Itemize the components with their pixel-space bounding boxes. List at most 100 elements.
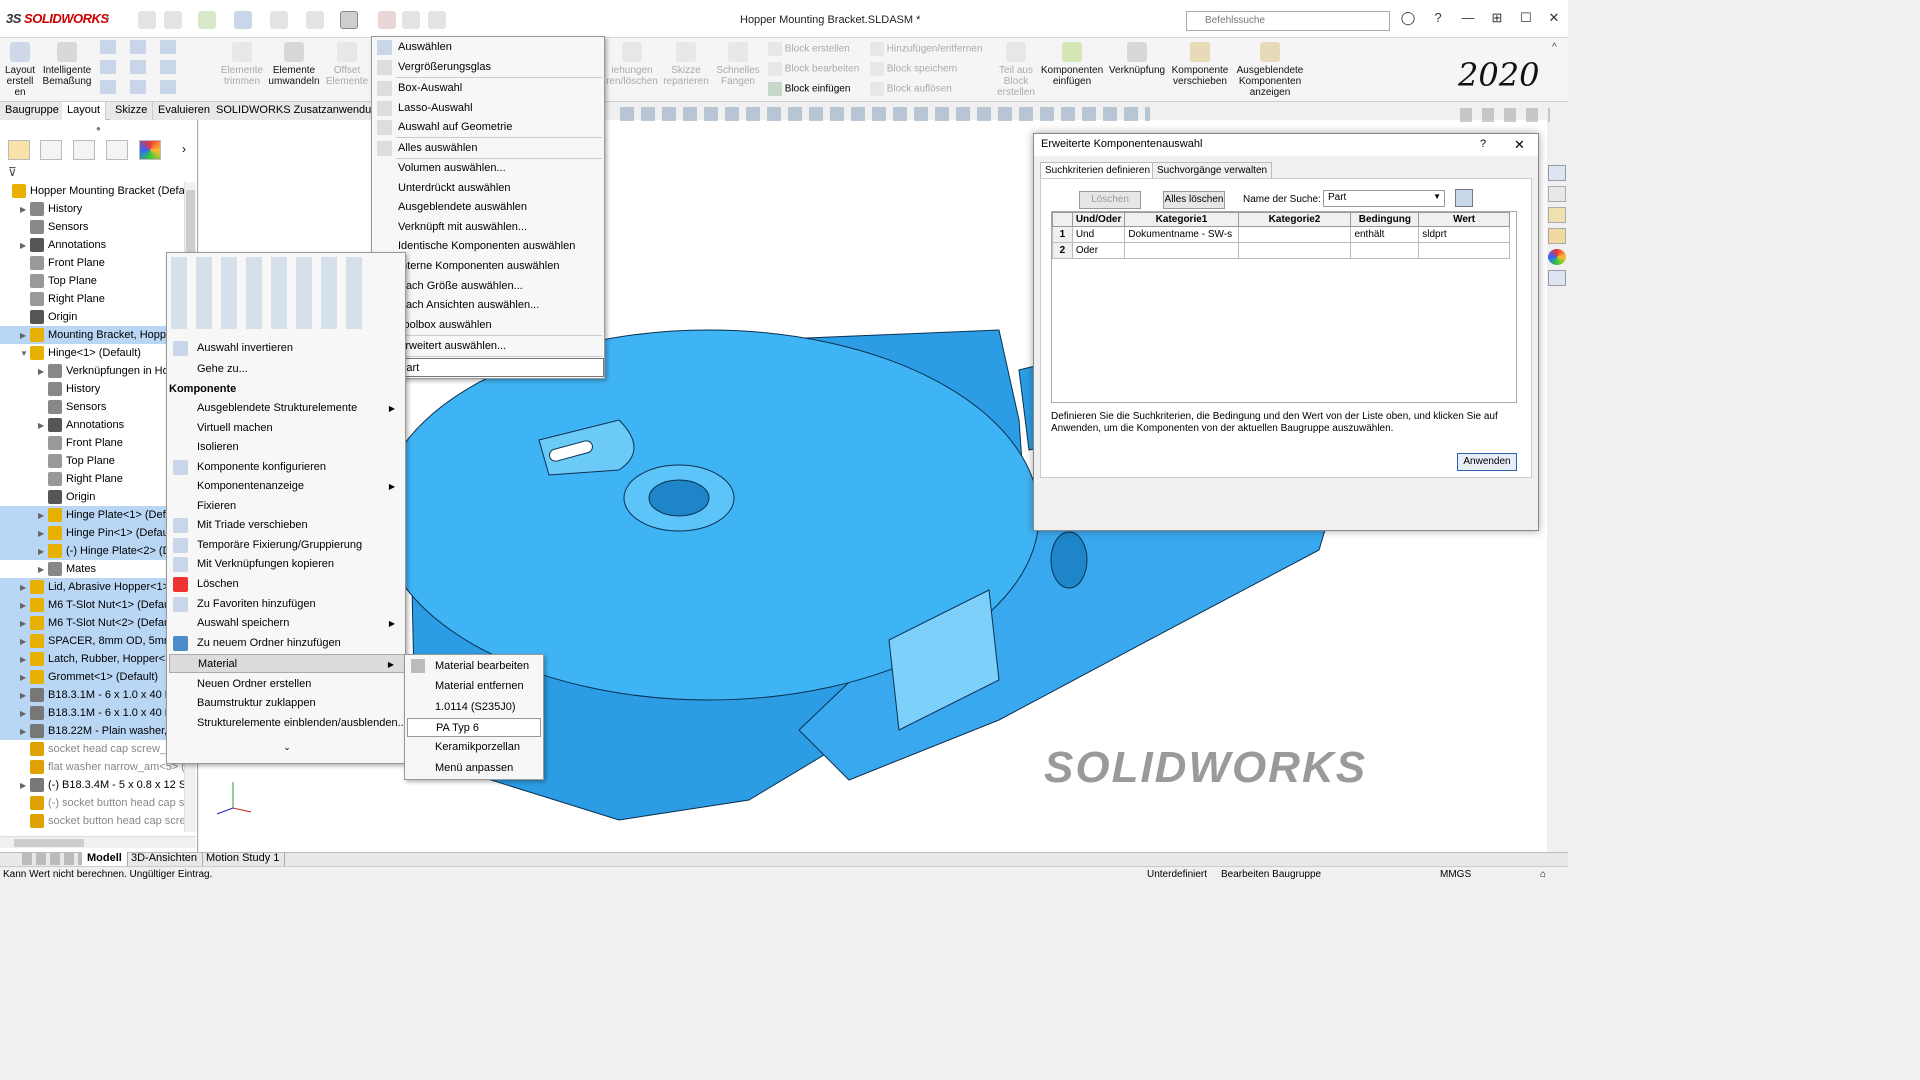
options-gear-icon[interactable] xyxy=(428,11,446,29)
filter-icon[interactable]: ⊽ xyxy=(8,165,17,179)
select-menu-item[interactable]: Interne Komponenten auswählen xyxy=(374,257,604,276)
tab-define-criteria[interactable]: Suchkriterien definieren xyxy=(1040,162,1156,178)
menu-expand-icon[interactable]: › xyxy=(106,13,109,24)
tab-3d-views[interactable]: 3D-Ansichten xyxy=(126,852,204,866)
expand-arrow-icon[interactable]: ▶ xyxy=(20,651,30,668)
tree-item[interactable]: ▶ B18.3.1M - 6 x 1.0 x 40 Hex S xyxy=(0,704,184,722)
table-row[interactable]: 1 Und Dokumentname - SW-s enthält sldprt xyxy=(1052,226,1510,243)
context-menu-item[interactable]: Baumstruktur zuklappen xyxy=(169,694,405,713)
select-menu-item[interactable]: Ausgeblendete auswählen xyxy=(374,198,604,217)
resources-icon[interactable] xyxy=(1548,165,1566,181)
material-menu-item[interactable]: Menü anpassen xyxy=(407,759,541,778)
expand-arrow-icon[interactable]: ▶ xyxy=(20,669,30,686)
context-menu-item[interactable]: Strukturelemente einblenden/ausblenden..… xyxy=(169,714,407,733)
select-menu-item[interactable]: Auswahl auf Geometrie xyxy=(374,118,604,137)
expand-arrow-icon[interactable]: ▶ xyxy=(20,597,30,614)
select-menu-item[interactable]: Box-Auswahl xyxy=(374,79,604,98)
tree-item[interactable]: History xyxy=(0,380,184,398)
tree-item[interactable]: ▶ History xyxy=(0,200,184,218)
smart-dimension-button[interactable]: Intelligente Bemaßung xyxy=(40,42,94,87)
delete-button[interactable]: Löschen xyxy=(1079,191,1141,209)
block-addremove-item[interactable]: Hinzufügen/entfernen xyxy=(870,42,982,56)
apply-button[interactable]: Anwenden xyxy=(1457,453,1517,471)
tab-modell[interactable]: Modell xyxy=(82,852,128,866)
tab-manage-searches[interactable]: Suchvorgänge verwalten xyxy=(1152,162,1273,178)
context-menu-item[interactable]: Fixieren xyxy=(169,497,405,516)
file-explorer-icon[interactable] xyxy=(1548,207,1566,223)
expand-arrow-icon[interactable]: ▶ xyxy=(38,417,48,434)
tree-item[interactable]: Front Plane xyxy=(0,254,184,272)
tile-icon[interactable]: ⊞ xyxy=(1487,10,1507,30)
context-menu-item[interactable]: Temporäre Fixierung/Gruppierung xyxy=(169,536,405,555)
table-cell[interactable]: Dokumentname - SW-s xyxy=(1124,226,1239,243)
material-menu-item[interactable]: 1.0114 (S235J0) xyxy=(407,698,541,717)
context-menu-item[interactable]: Zu neuem Ordner hinzufügen xyxy=(169,634,405,653)
appearances-icon[interactable] xyxy=(1548,249,1566,265)
tab-motion-study[interactable]: Motion Study 1 xyxy=(201,852,286,866)
table-cell[interactable] xyxy=(1124,242,1239,259)
tab-layout[interactable]: Layout xyxy=(62,102,107,120)
view-palette-icon[interactable] xyxy=(1548,228,1566,244)
heads-up-view-toolbar[interactable] xyxy=(620,107,1150,121)
tree-item[interactable]: ▶ B18.3.1M - 6 x 1.0 x 40 Hex S xyxy=(0,686,184,704)
tree-item[interactable]: (-) socket button head cap s xyxy=(0,794,184,812)
tree-item[interactable]: ▶ M6 T-Slot Nut<1> (Default) xyxy=(0,596,184,614)
panel-grip[interactable]: ● xyxy=(96,124,101,133)
repair-sketch-button[interactable]: Skizze reparieren xyxy=(662,42,710,87)
dialog-help-button[interactable]: ? xyxy=(1480,138,1486,150)
tree-item[interactable]: Top Plane xyxy=(0,272,184,290)
context-menu-item[interactable]: Zu Favoriten hinzufügen xyxy=(169,595,405,614)
close-icon[interactable]: ✕ xyxy=(1544,10,1564,30)
block-create-item[interactable]: Block erstellen xyxy=(768,42,850,56)
table-cell[interactable]: enthält xyxy=(1350,226,1420,243)
ribbon-collapse-icon[interactable]: ^ xyxy=(1552,42,1557,53)
part-from-block-button[interactable]: Teil aus Block erstellen xyxy=(996,42,1036,98)
open-icon[interactable] xyxy=(198,11,216,29)
rebuild-icon[interactable] xyxy=(378,11,396,29)
save-search-icon[interactable] xyxy=(1455,189,1473,207)
delete-all-button[interactable]: Alles löschen xyxy=(1163,191,1225,209)
select-menu-item[interactable]: Nach Ansichten auswählen... xyxy=(374,296,604,315)
context-toolbar-icons[interactable] xyxy=(171,257,371,329)
undo-icon[interactable] xyxy=(306,11,324,29)
table-cell[interactable] xyxy=(1350,242,1420,259)
material-menu-item[interactable]: PA Typ 6 xyxy=(407,718,541,737)
expand-arrow-icon[interactable]: ▶ xyxy=(38,561,48,578)
line-circle-spline-icons[interactable] xyxy=(100,40,200,54)
context-menu-item[interactable]: Neuen Ordner erstellen xyxy=(169,675,405,694)
tab-scroll-arrows[interactable] xyxy=(22,853,82,865)
tree-item[interactable]: ▶ SPACER, 8mm OD, 5mm LON xyxy=(0,632,184,650)
tree-item[interactable]: Front Plane xyxy=(0,434,184,452)
tree-item[interactable]: Origin xyxy=(0,488,184,506)
show-hidden-components-button[interactable]: Ausgeblendete Komponenten anzeigen xyxy=(1234,42,1306,98)
tab-skizze[interactable]: Skizze xyxy=(110,102,154,120)
appearance-tab-icon[interactable] xyxy=(139,140,161,160)
tree-item[interactable]: socket button head cap scre xyxy=(0,812,184,830)
tree-item[interactable]: ▶ Hinge Plate<1> (Default xyxy=(0,506,184,524)
new-document-icon[interactable] xyxy=(164,11,182,29)
tree-item[interactable]: ▶ B18.22M - Plain washer, 6 mm xyxy=(0,722,184,740)
custom-properties-icon[interactable] xyxy=(1548,270,1566,286)
select-menu-item[interactable]: Vergrößerungsglas xyxy=(374,58,604,77)
expand-arrow-icon[interactable]: ▶ xyxy=(20,615,30,632)
home-icon[interactable] xyxy=(138,11,156,29)
tree-item[interactable]: ▶ Verknüpfungen in Hopp xyxy=(0,362,184,380)
expand-arrow-icon[interactable]: ▶ xyxy=(20,327,30,344)
move-component-button[interactable]: Komponente verschieben xyxy=(1170,42,1230,87)
tree-hscrollbar[interactable] xyxy=(0,836,196,848)
table-cell[interactable]: 1 xyxy=(1052,226,1073,243)
table-cell[interactable] xyxy=(1418,242,1510,259)
column-header[interactable]: Kategorie2 xyxy=(1237,212,1352,227)
column-header[interactable]: Wert xyxy=(1418,212,1510,227)
viewport-window-controls[interactable] xyxy=(1460,108,1550,122)
expand-arrow-icon[interactable]: ▶ xyxy=(38,543,48,560)
select-menu-item[interactable]: Alles auswählen xyxy=(374,139,604,158)
tree-item[interactable]: ▶ Grommet<1> (Default) xyxy=(0,668,184,686)
status-units[interactable]: MMGS xyxy=(1440,867,1471,882)
select-menu-item[interactable]: Volumen auswählen... xyxy=(374,159,604,178)
featuremanager-tab-icon[interactable] xyxy=(8,140,30,160)
select-menu-item[interactable]: Nach Größe auswählen... xyxy=(374,277,604,296)
context-menu-item[interactable]: Material ▶ xyxy=(169,654,405,673)
context-menu-item[interactable]: Isolieren xyxy=(169,438,405,457)
expand-arrow-icon[interactable]: ▶ xyxy=(20,777,30,794)
